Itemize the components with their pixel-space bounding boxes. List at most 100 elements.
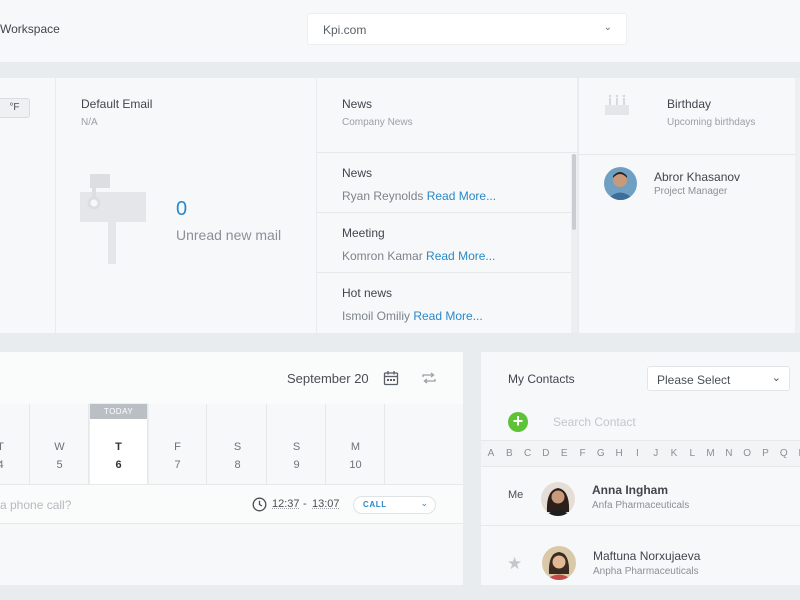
alphabet-letter[interactable]: A — [482, 448, 500, 459]
news-item-title: Hot news — [342, 286, 393, 300]
email-widget-title: Default Email — [81, 97, 153, 111]
read-more-link[interactable]: Read More... — [413, 309, 482, 323]
me-label: Me — [508, 489, 524, 501]
unread-mail-label: Unread new mail — [176, 227, 282, 243]
contact-name: Maftuna Norxujaeva — [593, 549, 701, 563]
birthday-person-role: Project Manager — [654, 186, 728, 197]
contact-company: Anpha Pharmaceuticals — [593, 566, 699, 577]
calendar-header: September 20 — [0, 352, 463, 404]
mailbox-icon — [80, 174, 146, 264]
alphabet-letter[interactable]: N — [720, 448, 738, 459]
alphabet-letter[interactable]: O — [738, 448, 756, 459]
news-subtitle: Company News — [342, 117, 413, 128]
clock-icon — [252, 497, 267, 512]
top-bar: Workspace Kpi.com ⌄ — [0, 0, 800, 62]
contacts-filter-select[interactable]: Please Select ⌄ — [647, 366, 790, 391]
contact-name: Anna Ingham — [592, 483, 669, 497]
unread-mail-count[interactable]: 0 — [176, 198, 187, 221]
alphabet-letter[interactable]: L — [683, 448, 701, 459]
avatar — [604, 167, 637, 200]
day-cell[interactable]: W 5 — [31, 404, 89, 484]
repeat-icon[interactable] — [421, 370, 437, 386]
workspace-select-value: Kpi.com — [323, 23, 367, 37]
contacts-widget: My Contacts Please Select ⌄ + ABCDEFGHIJ… — [481, 352, 800, 585]
day-cell[interactable]: F 7 — [149, 404, 207, 484]
search-contact-input[interactable] — [553, 412, 783, 432]
call-type-select[interactable]: CALL ⌄ — [353, 496, 436, 514]
calendar-widget: September 20 T 4 W 5 TODAY T 6 F 7 S 8 S… — [0, 352, 463, 585]
day-cell[interactable]: S 8 — [209, 404, 267, 484]
day-cell[interactable]: M 10 — [327, 404, 385, 484]
birthday-widget: Birthday Upcoming birthdays Abror Khasan… — [579, 78, 800, 333]
news-item[interactable]: News Ryan Reynolds Read More... — [317, 154, 571, 213]
star-icon[interactable]: ★ — [507, 554, 522, 574]
call-type-value: CALL — [363, 500, 387, 509]
news-item-author: Ismoil Omiliy — [342, 309, 410, 323]
alphabet-letter[interactable]: F — [574, 448, 592, 459]
news-item[interactable]: Hot news Ismoil Omiliy Read More... — [317, 274, 571, 333]
workspace-select[interactable]: Kpi.com ⌄ — [307, 13, 627, 45]
fahrenheit-toggle-button[interactable]: °F — [0, 98, 30, 118]
alphabet-letter[interactable]: Q — [775, 448, 793, 459]
day-name: T — [115, 441, 122, 453]
chevron-down-icon: ⌄ — [771, 372, 781, 384]
read-more-link[interactable]: Read More... — [426, 249, 495, 263]
contact-row[interactable]: Me Anna Ingham Anfa Pharmaceuticals — [481, 467, 800, 526]
news-item-title: Meeting — [342, 226, 385, 240]
alphabet-letter[interactable]: D — [537, 448, 555, 459]
day-date: 8 — [234, 459, 241, 471]
read-more-link[interactable]: Read More... — [427, 189, 496, 203]
end-time-field[interactable]: 13:07 — [312, 498, 340, 510]
news-item-author: Ryan Reynolds — [342, 189, 424, 203]
day-name: W — [54, 441, 65, 453]
schedule-call-row: a phone call? 12:37 - 13:07 CALL ⌄ — [0, 484, 463, 524]
news-scrollbar[interactable] — [571, 154, 577, 333]
weather-widget: °F — [0, 78, 55, 333]
start-time-field[interactable]: 12:37 — [272, 498, 300, 510]
alphabet-letter[interactable]: P — [757, 448, 775, 459]
alphabet-letter[interactable]: E — [555, 448, 573, 459]
news-item-title: News — [342, 166, 373, 180]
alphabet-letter[interactable]: C — [519, 448, 537, 459]
chevron-down-icon: ⌄ — [603, 22, 612, 33]
calendar-icon[interactable] — [383, 370, 399, 386]
email-widget: Default Email N/A 0 Unread new mail — [56, 78, 316, 333]
alphabet-letter[interactable]: G — [592, 448, 610, 459]
alphabet-letter[interactable]: M — [702, 448, 720, 459]
alphabet-letter[interactable]: R — [793, 448, 800, 459]
day-cell[interactable]: T 4 — [0, 404, 30, 484]
alphabet-letter[interactable]: I — [628, 448, 646, 459]
news-widget: News Company News News Ryan Reynolds Rea… — [317, 78, 577, 333]
workspace-label: Workspace — [0, 22, 60, 36]
day-name: M — [350, 441, 361, 453]
news-header: News Company News — [317, 78, 577, 153]
day-date: 10 — [349, 459, 362, 471]
add-contact-button[interactable]: + — [508, 412, 528, 432]
birthday-header: Birthday Upcoming birthdays — [579, 78, 800, 155]
alphabet-letter[interactable]: H — [610, 448, 628, 459]
news-scrollbar-thumb[interactable] — [572, 154, 576, 230]
birthday-subtitle: Upcoming birthdays — [667, 117, 756, 128]
alphabet-letter[interactable]: K — [665, 448, 683, 459]
birthday-title: Birthday — [667, 97, 712, 111]
news-item[interactable]: Meeting Komron Kamar Read More... — [317, 214, 571, 273]
news-title: News — [342, 97, 373, 111]
avatar — [541, 482, 575, 516]
today-badge: TODAY — [90, 404, 147, 419]
contact-row[interactable]: ★ Maftuna Norxujaeva Anpha Pharmaceutica… — [481, 534, 800, 593]
birthday-person-name: Abror Khasanov — [654, 170, 741, 184]
day-name: S — [233, 441, 242, 453]
call-prompt-input[interactable]: a phone call? — [0, 498, 71, 512]
alphabet-letter[interactable]: B — [500, 448, 518, 459]
day-date: 7 — [174, 459, 181, 471]
day-name: F — [174, 441, 181, 453]
avatar — [542, 546, 576, 580]
day-cell[interactable]: S 9 — [268, 404, 326, 484]
calendar-month: September 20 — [287, 371, 369, 386]
contact-company: Anfa Pharmaceuticals — [592, 500, 690, 511]
contacts-filter-value: Please Select — [657, 373, 731, 387]
day-cell-today[interactable]: TODAY T 6 — [90, 404, 148, 484]
page-scrollbar[interactable] — [795, 78, 800, 333]
alphabet-letter[interactable]: J — [647, 448, 665, 459]
contacts-title: My Contacts — [508, 372, 575, 386]
